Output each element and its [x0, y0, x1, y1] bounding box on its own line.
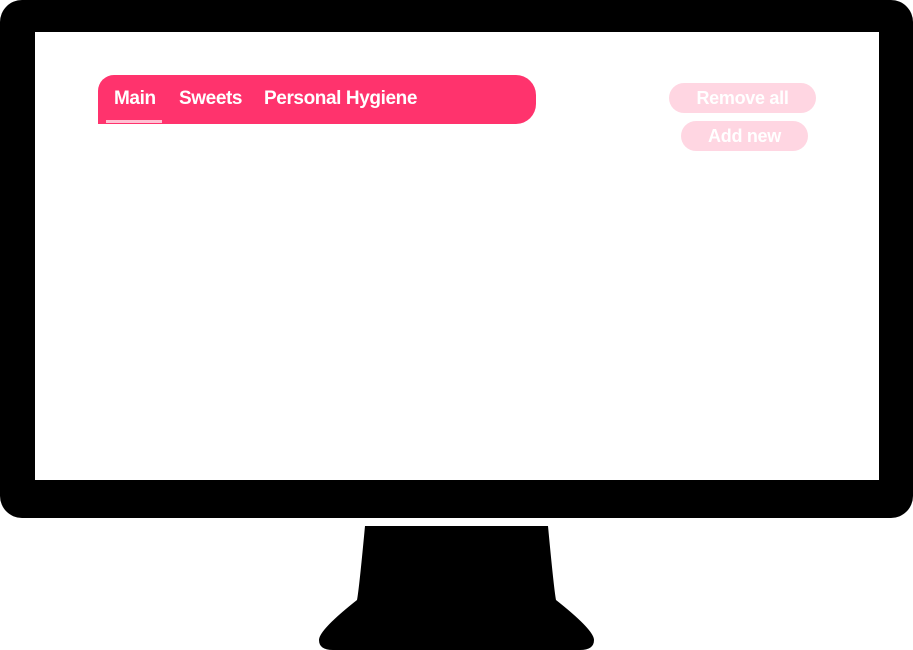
monitor-stand: [319, 526, 594, 650]
